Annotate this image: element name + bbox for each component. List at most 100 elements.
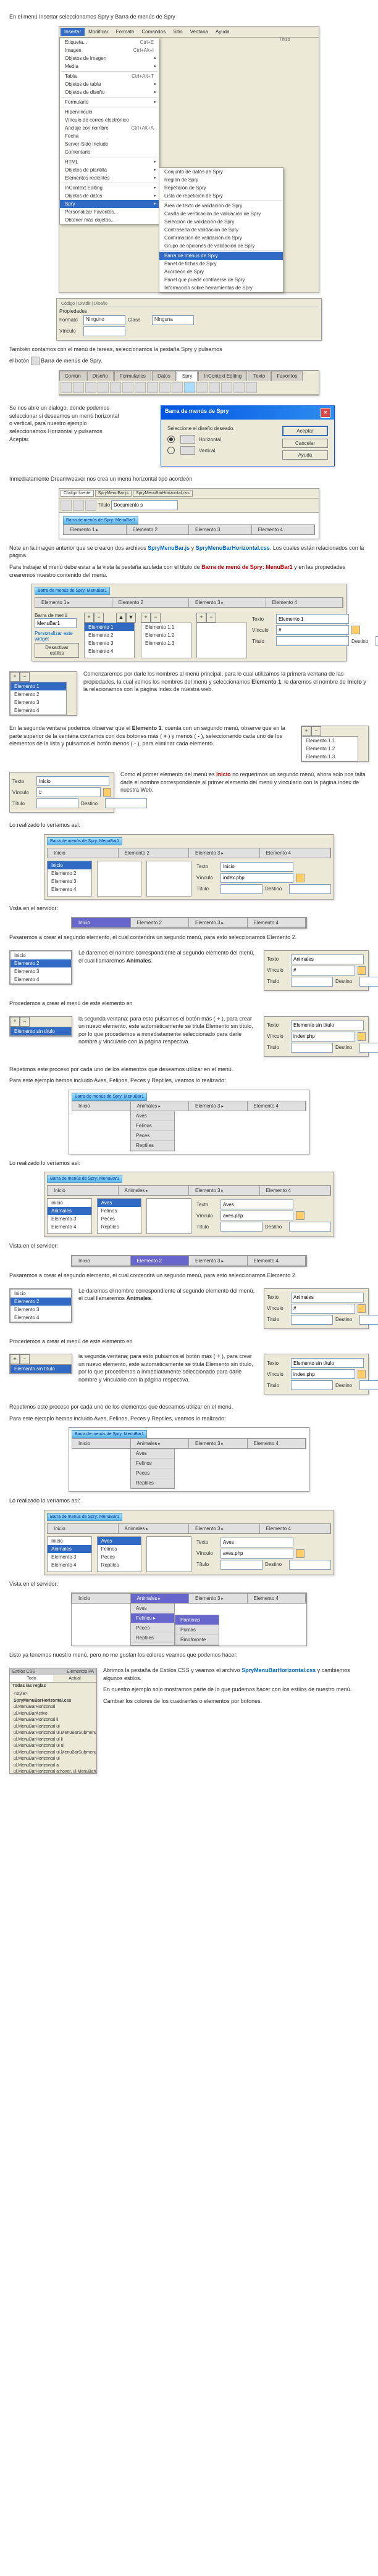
mb-el2[interactable]: Elemento 2: [119, 848, 190, 858]
spry-icon-4[interactable]: [98, 382, 109, 393]
menu-item[interactable]: Elementos recientes: [60, 174, 159, 182]
it[interactable]: Elemento 3: [189, 1524, 260, 1533]
it[interactable]: Animales: [119, 1186, 190, 1195]
css-rule[interactable]: ul.MenuBarHorizontal ul ul: [14, 1743, 93, 1750]
css-rule[interactable]: ul.MenuBarHorizontal ul.MenuBarSubmenuVi…: [14, 1730, 93, 1737]
input-vinc[interactable]: [276, 625, 349, 635]
it[interactable]: Elemento 4: [260, 1524, 331, 1533]
menu-insertar[interactable]: Insertar: [61, 28, 85, 36]
inp[interactable]: [289, 1560, 331, 1570]
btn-minus[interactable]: −: [311, 726, 321, 736]
spry-icon-16[interactable]: [246, 382, 257, 393]
btn-plus[interactable]: +: [10, 1354, 20, 1364]
mb-el2[interactable]: Elemento 2: [112, 598, 190, 607]
menu-item[interactable]: Objetos de diseño: [60, 88, 159, 96]
it[interactable]: Elemento 4: [248, 1256, 306, 1265]
mb-el4[interactable]: Elemento 4: [260, 848, 331, 858]
css-rules-tree[interactable]: <style>SpryMenuBarHorizontal.css ul.Menu…: [10, 1689, 96, 1773]
btn-cancelar[interactable]: Cancelar: [282, 439, 328, 448]
it[interactable]: Animales: [131, 1439, 190, 1448]
btn-aceptar[interactable]: Aceptar: [282, 426, 328, 436]
menu-sitio[interactable]: Sitio: [169, 28, 187, 36]
list-l3[interactable]: [146, 861, 191, 897]
spry-icon-15[interactable]: [233, 382, 245, 393]
menubar-el4[interactable]: Elemento 4: [252, 525, 315, 534]
inp[interactable]: [220, 884, 262, 894]
inp[interactable]: [291, 966, 355, 975]
submenu-item[interactable]: Barra de menús de Spry: [159, 252, 283, 260]
btn-plus[interactable]: +: [10, 1017, 20, 1027]
it[interactable]: Elemento 3: [189, 1256, 248, 1265]
submenu-item[interactable]: Información sobre herramientas de Spry: [159, 284, 283, 292]
blue-tag[interactable]: Barra de menús de Spry: MenuBar1: [72, 1093, 147, 1101]
list[interactable]: AvesFelinosPecesReptiles: [97, 1198, 142, 1234]
inp[interactable]: [359, 977, 378, 987]
mb-anim[interactable]: Animales: [131, 1101, 190, 1111]
tab-code[interactable]: Código: [61, 302, 75, 306]
btn-minus-2[interactable]: −: [151, 613, 161, 623]
inp[interactable]: [36, 798, 78, 808]
submenu-item[interactable]: Conjunto de datos de Spry: [159, 168, 283, 176]
menu-item[interactable]: Obtener más objetos...: [60, 216, 159, 224]
it[interactable]: Panteras: [175, 1615, 219, 1625]
btn-desactivar[interactable]: Desactivar estilos: [35, 643, 79, 658]
it[interactable]: Inicio: [48, 1524, 119, 1533]
btn-plus[interactable]: +: [10, 672, 20, 682]
inp[interactable]: [220, 1560, 262, 1570]
menu-item[interactable]: ImagenCtrl+Alt+I: [60, 46, 159, 54]
inp[interactable]: [220, 1199, 293, 1209]
css-rule[interactable]: ul.MenuBarHorizontal li: [14, 1717, 93, 1724]
submenu-item[interactable]: Selección de validación de Spry: [159, 218, 283, 226]
css-rule[interactable]: ul.MenuBarHorizontal ul li: [14, 1737, 93, 1744]
spry-icon-14[interactable]: [221, 382, 232, 393]
menu-item[interactable]: Media: [60, 62, 159, 70]
btn-minus[interactable]: −: [20, 1354, 30, 1364]
it[interactable]: Inicio: [72, 1439, 131, 1448]
inp[interactable]: [291, 977, 333, 987]
menu-item[interactable]: Anclaje con nombreCtrl+Alt+A: [60, 124, 159, 132]
tab-diseno[interactable]: Diseño: [87, 371, 114, 381]
submenu-item[interactable]: Panel de fichas de Spry: [159, 260, 283, 268]
mb-el3[interactable]: Elemento 3: [189, 598, 266, 607]
radio-horizontal[interactable]: [167, 436, 175, 443]
tab-texto[interactable]: Texto: [248, 371, 271, 381]
tab-actual[interactable]: Actual: [53, 1675, 96, 1682]
it[interactable]: Animales: [131, 1594, 190, 1603]
inp[interactable]: [291, 1358, 364, 1368]
spry-icon-10[interactable]: [172, 382, 183, 393]
btn-minus[interactable]: −: [20, 1017, 30, 1027]
input-doc-title[interactable]: [111, 500, 178, 510]
list-level1[interactable]: Elemento 1 Elemento 2 Elemento 3 Element…: [84, 623, 135, 658]
inp[interactable]: [289, 1222, 331, 1232]
input-menubar-name[interactable]: [35, 618, 77, 628]
list-l1[interactable]: Inicio Elemento 2Elemento 3Elemento 4: [47, 861, 92, 897]
file-tab-1[interactable]: Código fuente: [61, 490, 94, 497]
spry-icon-13[interactable]: [209, 382, 220, 393]
spry-icon-3[interactable]: [85, 382, 96, 393]
inp[interactable]: [220, 862, 293, 872]
inp[interactable]: [220, 1211, 293, 1220]
it[interactable]: Inicio: [48, 1186, 119, 1195]
menu-ayuda[interactable]: Ayuda: [212, 28, 233, 36]
inp[interactable]: [220, 1222, 262, 1232]
mb-el3[interactable]: Elemento 3: [189, 1101, 248, 1111]
mb-el3[interactable]: Elemento 3: [189, 848, 260, 858]
sub-peces[interactable]: Peces: [131, 1131, 174, 1141]
input-vinc-index[interactable]: [36, 787, 101, 797]
btn-plus-2[interactable]: +: [141, 613, 151, 623]
btn-minus-3[interactable]: −: [206, 613, 216, 623]
inp[interactable]: [220, 873, 293, 883]
menubar-el1[interactable]: Elemento 1: [64, 525, 127, 534]
file-tab-css[interactable]: SpryMenuBarHorizontal.css: [133, 490, 193, 497]
folder-icon[interactable]: [358, 1032, 366, 1041]
mb-inicio[interactable]: Inicio: [48, 848, 119, 858]
menu-item[interactable]: Comentario: [60, 148, 159, 156]
menu-item[interactable]: Objetos de datos: [60, 192, 159, 200]
spry-icon-12[interactable]: [196, 382, 208, 393]
it[interactable]: Elemento 3: [189, 1594, 248, 1603]
it[interactable]: Peces: [131, 1468, 174, 1478]
menu-item[interactable]: Fecha: [60, 132, 159, 140]
inp[interactable]: [291, 955, 364, 964]
btn-plus-3[interactable]: +: [196, 613, 206, 623]
menu-item[interactable]: TablaCtrl+Alt+T: [60, 72, 159, 80]
